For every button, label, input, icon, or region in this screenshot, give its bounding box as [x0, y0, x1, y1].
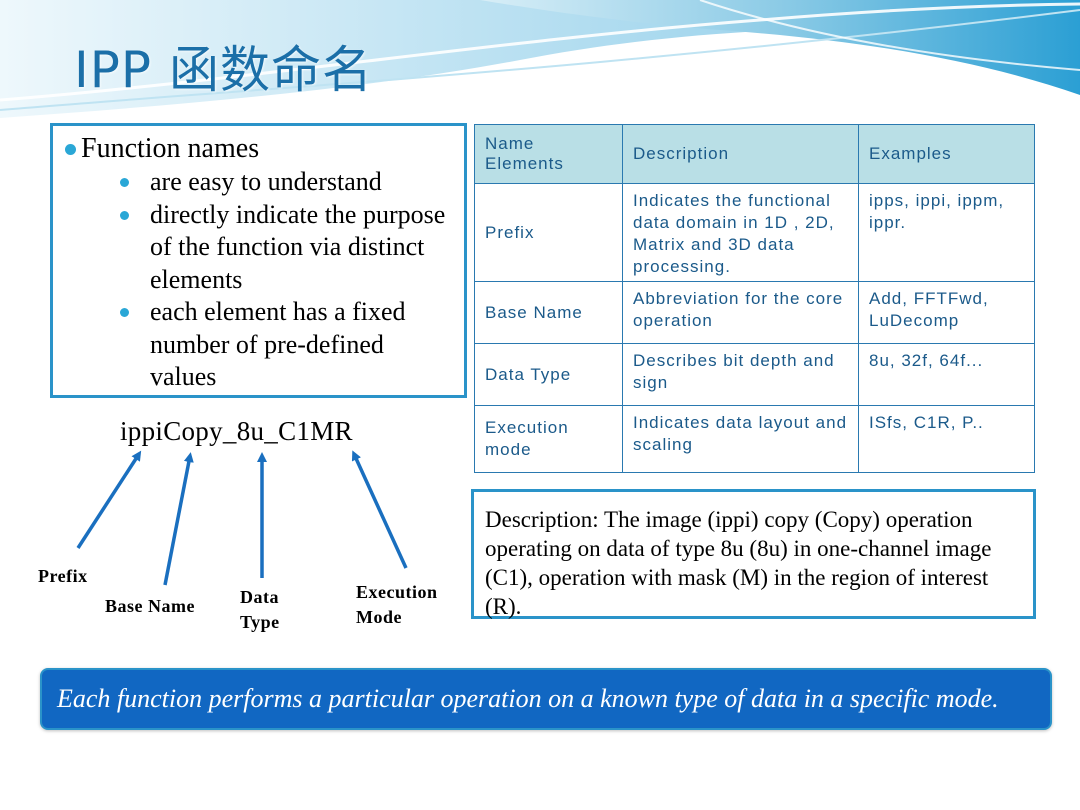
sub-bullet-list: are easy to understand directly indicate…: [120, 166, 456, 394]
description-text: Description: The image (ippi) copy (Copy…: [485, 507, 992, 619]
naming-elements-table: Name Elements Description Examples Prefi…: [474, 124, 1035, 473]
summary-banner-text: Each function performs a particular oper…: [57, 684, 999, 713]
base-name-arrow: [163, 452, 194, 586]
table-row: Execution mode Indicates data layout and…: [474, 405, 1035, 473]
execution-mode-arrow: [351, 450, 408, 569]
cell-examples: 8u, 32f, 64f...: [858, 343, 1035, 406]
bullet-dot-icon: [65, 143, 76, 155]
cell-examples: Add, FFTFwd, LuDecomp: [858, 281, 1035, 344]
cell-name: Execution mode: [474, 405, 623, 473]
description-box: Description: The image (ippi) copy (Copy…: [471, 489, 1036, 619]
cell-description: Describes bit depth and sign: [622, 343, 859, 406]
table-row: Prefix Indicates the functional data dom…: [474, 183, 1035, 282]
bullet-dot-icon: [120, 178, 129, 187]
bullet-list-box: Function names are easy to understand di…: [50, 123, 467, 398]
label-prefix: Prefix: [38, 566, 88, 586]
table-row: Data Type Describes bit depth and sign 8…: [474, 343, 1035, 406]
table-header-row: Name Elements Description Examples: [474, 124, 1035, 184]
prefix-arrow: [76, 450, 142, 549]
cell-description: Indicates the functional data domain in …: [622, 183, 859, 282]
sub-bullet-item: each element has a fixed number of pre-d…: [120, 296, 456, 394]
cell-examples: ISfs, C1R, P..: [858, 405, 1035, 473]
cell-name: Prefix: [474, 183, 623, 282]
bullet-dot-icon: [120, 210, 129, 220]
label-base-name: Base Name: [105, 596, 195, 616]
column-header-description: Description: [622, 124, 859, 184]
slide-title: IPP 函数命名: [74, 41, 373, 99]
cell-description: Abbreviation for the core operation: [622, 281, 859, 344]
label-data-type: Data Type: [240, 587, 280, 632]
bullet-main-text: Function names: [81, 133, 260, 164]
cell-description: Indicates data layout and scaling: [622, 405, 859, 473]
label-execution-mode: Execution Mode: [356, 582, 438, 627]
bullet-main: Function names: [65, 132, 456, 166]
sub-bullet-item: directly indicate the purpose of the fun…: [120, 199, 456, 297]
summary-banner: Each function performs a particular oper…: [40, 668, 1052, 730]
sub-bullet-item: are easy to understand: [120, 166, 456, 199]
cell-name: Base Name: [474, 281, 623, 344]
cell-name: Data Type: [474, 343, 623, 406]
column-header-examples: Examples: [858, 124, 1035, 184]
column-header-name: Name Elements: [474, 124, 623, 184]
table-row: Base Name Abbreviation for the core oper…: [474, 281, 1035, 344]
naming-elements-table-wrap: Name Elements Description Examples Prefi…: [474, 124, 1035, 473]
bullet-dot-icon: [120, 308, 129, 317]
cell-examples: ipps, ippi, ippm, ippr.: [858, 183, 1035, 282]
